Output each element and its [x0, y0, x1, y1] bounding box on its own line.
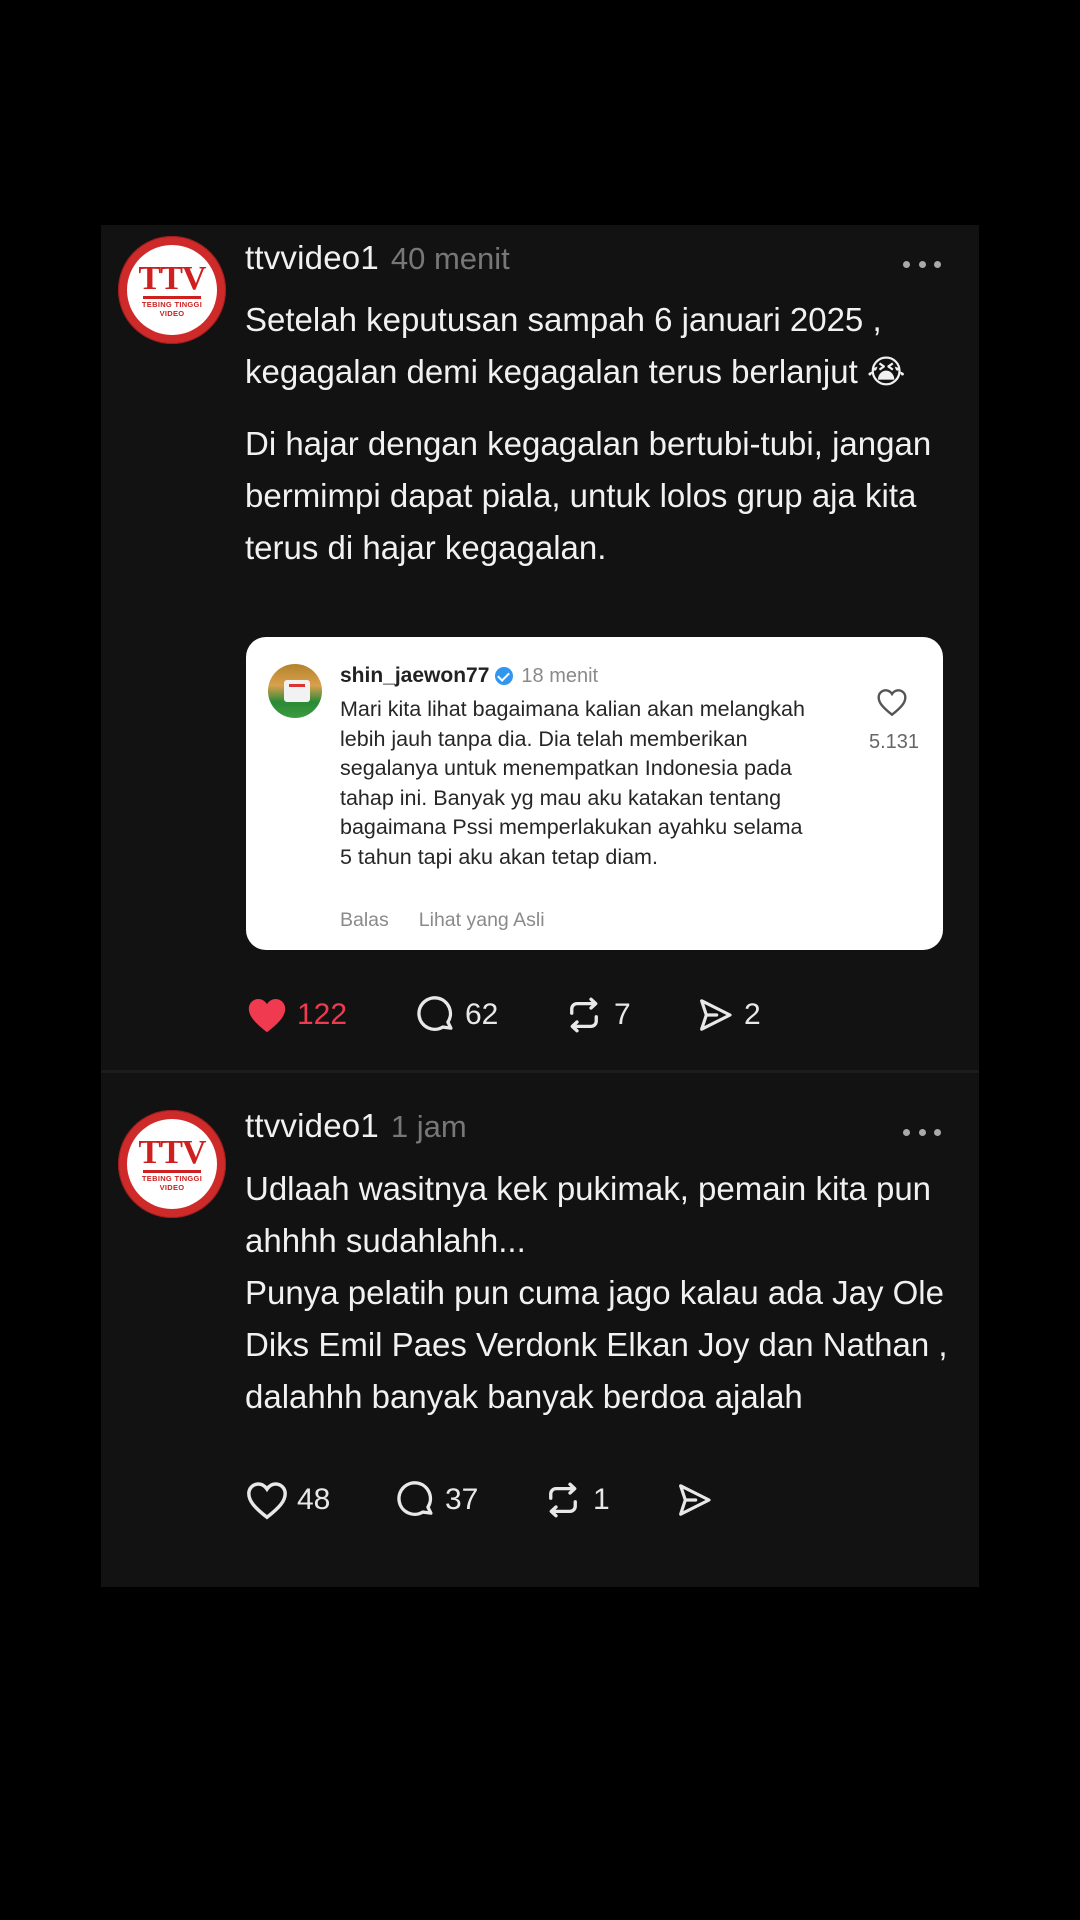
quoted-username: shin_jaewon77	[340, 664, 490, 687]
verified-badge-icon	[495, 667, 514, 685]
post[interactable]: TTV TEBING TINGGI VIDEO ttvvideo1 1 jam …	[101, 1073, 979, 1587]
like-count: 48	[297, 1483, 331, 1516]
logo-subtext: TEBING TINGGI	[141, 299, 203, 309]
post-header: ttvvideo1 1 jam	[245, 1107, 467, 1151]
reply-label: Balas	[340, 909, 389, 931]
logo-subtext: TEBING TINGGI	[141, 1173, 203, 1183]
username[interactable]: ttvvideo1	[245, 239, 379, 277]
repost-icon	[570, 997, 598, 1033]
send-icon	[679, 1484, 711, 1516]
heart-filled-icon	[248, 999, 286, 1033]
comment-button[interactable]: 62	[415, 994, 562, 1036]
quoted-actions: Balas Lihat yang Asli	[340, 909, 545, 932]
post[interactable]: TTV TEBING TINGGI VIDEO ttvvideo1 40 men…	[101, 225, 979, 1070]
more-options-icon[interactable]	[903, 1126, 941, 1138]
repost-count: 1	[593, 1483, 610, 1516]
more-options-icon[interactable]	[903, 258, 941, 270]
heart-icon	[877, 689, 907, 717]
quoted-header: shin_jaewon77 18 menit	[340, 663, 598, 689]
repost-button[interactable]: 7	[562, 994, 694, 1036]
repost-count: 7	[614, 998, 631, 1031]
repost-button[interactable]: 1	[541, 1479, 673, 1521]
ttv-logo: TTV TEBING TINGGI VIDEO	[127, 1119, 217, 1209]
ttv-logo: TTV TEBING TINGGI VIDEO	[127, 245, 217, 335]
comment-icon	[397, 1481, 433, 1516]
quoted-text: Mari kita lihat bagaimana kalian akan me…	[340, 697, 805, 869]
like-count: 122	[297, 998, 348, 1031]
post-time: 1 jam	[390, 1109, 467, 1144]
logo-text: TTV	[138, 259, 207, 297]
post-text: Setelah keputusan sampah 6 januari 2025 …	[245, 294, 955, 574]
post-paragraph: Udlaah wasitnya kek pukimak, pemain kita…	[245, 1170, 932, 1259]
share-button[interactable]	[673, 1480, 733, 1520]
repost-icon	[549, 1482, 577, 1518]
quoted-comment-screenshot[interactable]: shin_jaewon77 18 menit Mari kita lihat b…	[246, 637, 943, 950]
post-actions: 122 62 7 2	[245, 989, 814, 1041]
like-button[interactable]: 48	[245, 1480, 395, 1520]
share-count: 2	[744, 998, 761, 1031]
comment-count: 37	[445, 1483, 479, 1516]
comment-count: 62	[465, 998, 499, 1031]
post-header: ttvvideo1 40 menit	[245, 239, 510, 283]
post-text: Udlaah wasitnya kek pukimak, pemain kita…	[245, 1163, 955, 1423]
avatar[interactable]: TTV TEBING TINGGI VIDEO	[118, 236, 226, 344]
post-paragraph: Di hajar dengan kegagalan bertubi-tubi, …	[245, 425, 932, 566]
quoted-time: 18 menit	[521, 664, 599, 687]
post-paragraph: Setelah keputusan sampah 6 januari 2025 …	[245, 301, 906, 390]
quoted-avatar	[268, 664, 322, 718]
post-actions: 48 37 1	[245, 1474, 733, 1526]
see-original-label: Lihat yang Asli	[418, 909, 545, 931]
logo-text: TTV	[138, 1133, 207, 1171]
share-button[interactable]: 2	[694, 995, 814, 1035]
send-icon	[700, 999, 732, 1031]
avatar[interactable]: TTV TEBING TINGGI VIDEO	[118, 1110, 226, 1218]
post-paragraph: Punya pelatih pun cuma jago kalau ada Ja…	[245, 1274, 948, 1415]
logo-subtext: VIDEO	[159, 308, 185, 318]
post-time: 40 menit	[390, 241, 510, 276]
comment-icon	[417, 996, 453, 1031]
threads-feed: TTV TEBING TINGGI VIDEO ttvvideo1 40 men…	[101, 225, 979, 1587]
logo-subtext: VIDEO	[159, 1182, 185, 1192]
quoted-like-count: 5.131	[868, 731, 920, 753]
like-button[interactable]: 122	[245, 995, 415, 1035]
comment-button[interactable]: 37	[395, 1479, 541, 1521]
heart-icon	[247, 1482, 287, 1520]
username[interactable]: ttvvideo1	[245, 1107, 379, 1145]
